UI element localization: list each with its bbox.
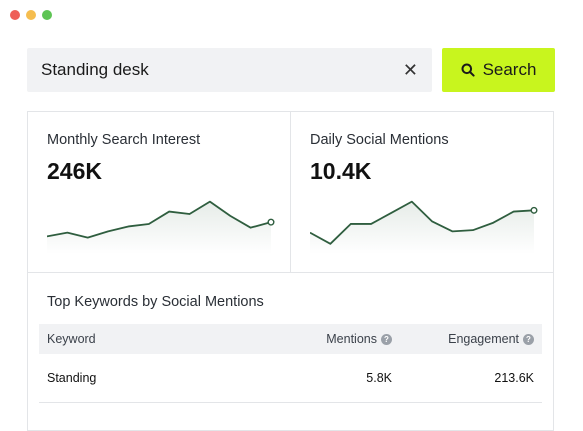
results-panel: Monthly Search Interest 246K Daily Socia… [27, 111, 554, 431]
sparkline-area [310, 201, 534, 254]
table-row[interactable]: Standing 5.8K 213.6K [39, 354, 542, 403]
metrics-row: Monthly Search Interest 246K Daily Socia… [28, 112, 553, 273]
sparkline-end-point [530, 206, 538, 214]
search-field: ✕ [27, 48, 432, 92]
metric-card-search-interest: Monthly Search Interest 246K [28, 112, 290, 272]
close-window-button[interactable] [10, 10, 20, 20]
sparkline-area [47, 201, 271, 254]
section-title: Top Keywords by Social Mentions [47, 294, 264, 310]
metric-value: 246K [47, 158, 102, 184]
header-engagement[interactable]: Engagement ? [392, 332, 534, 346]
header-mentions-label: Mentions [326, 332, 377, 346]
metric-label: Daily Social Mentions [310, 132, 449, 148]
keywords-table: Keyword Mentions ? Engagement ? Standing… [39, 324, 542, 403]
metric-value: 10.4K [310, 158, 372, 184]
header-keyword[interactable]: Keyword [47, 332, 247, 346]
search-button-label: Search [482, 60, 537, 79]
close-icon[interactable]: ✕ [403, 61, 418, 79]
cell-keyword: Standing [47, 371, 97, 385]
search-input[interactable] [41, 60, 371, 80]
table-header: Keyword Mentions ? Engagement ? [39, 324, 542, 354]
question-mark-icon[interactable]: ? [523, 333, 534, 345]
search-icon [461, 63, 475, 77]
cell-engagement: 213.6K [494, 371, 534, 385]
minimize-window-button[interactable] [26, 10, 36, 20]
question-mark-icon[interactable]: ? [381, 333, 392, 345]
search-button[interactable]: Search [442, 48, 555, 92]
app-window: ✕ Search Monthly Search Interest 246K Da… [0, 0, 583, 431]
sparkline-chart [310, 200, 538, 254]
search-bar: ✕ Search [27, 48, 555, 92]
header-engagement-label: Engagement [448, 332, 519, 346]
window-controls [10, 10, 52, 20]
sparkline-end-point [267, 218, 275, 226]
metric-label: Monthly Search Interest [47, 132, 201, 148]
header-mentions[interactable]: Mentions ? [247, 332, 392, 346]
metric-card-social-mentions: Daily Social Mentions 10.4K [290, 112, 553, 272]
cell-mentions: 5.8K [366, 371, 392, 385]
sparkline-chart [47, 200, 275, 254]
maximize-window-button[interactable] [42, 10, 52, 20]
